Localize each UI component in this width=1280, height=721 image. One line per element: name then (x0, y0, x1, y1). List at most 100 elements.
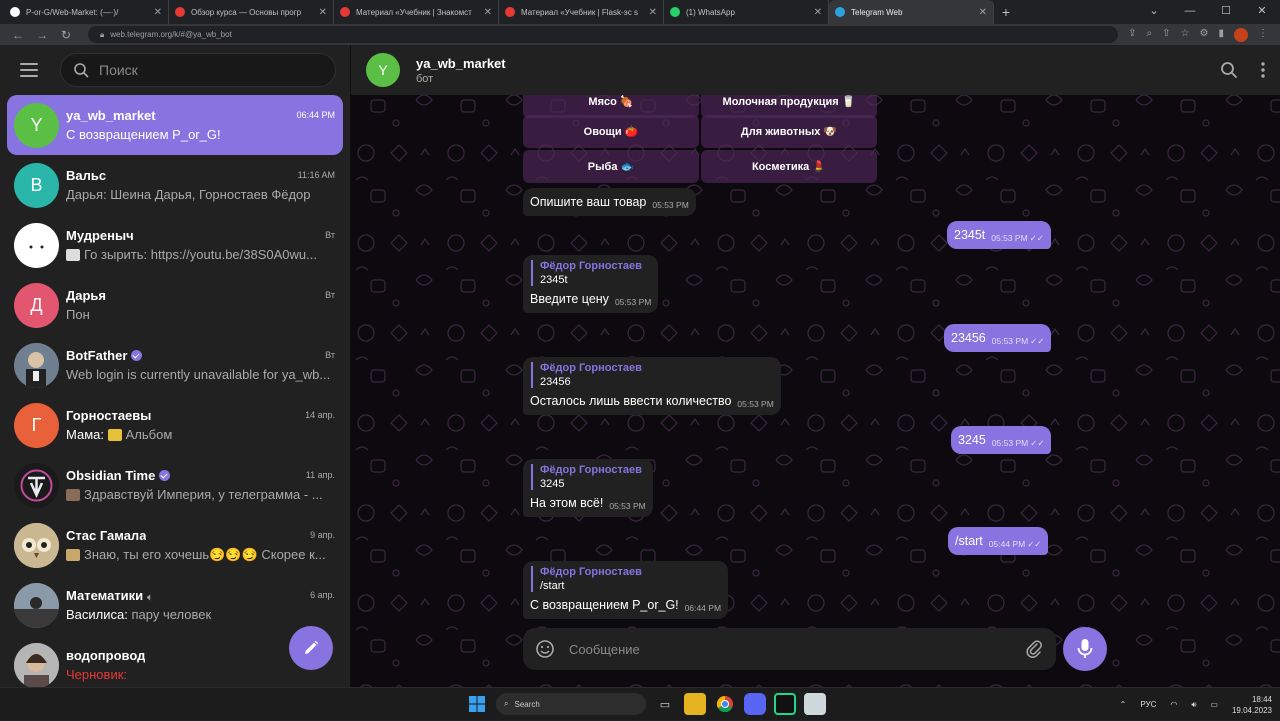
reply-quote[interactable]: Фёдор Горностаев 3245 (531, 464, 646, 490)
browser-tab[interactable]: (1) WhatsApp ✕ (664, 0, 829, 24)
chat-name: Дарья (66, 287, 107, 303)
chat-item-botfather[interactable]: BotFather Вт Web login is currently unava… (7, 335, 343, 395)
read-checks-icon: ✓✓ (1029, 232, 1044, 243)
reply-quote[interactable]: Фёдор Горностаев 2345t (531, 260, 651, 286)
browser-tab[interactable]: Материал «Учебник | Flask-эс s ✕ (499, 0, 664, 24)
chat-item-mudrenych[interactable]: Мудреныч Вт Го зырить: https://youtu.be/3… (7, 215, 343, 275)
avatar (14, 222, 59, 268)
chat-item-stas-gamala[interactable]: Стас Гамала 9 апр. Знаю, ты его хочешь😏😏😏… (7, 515, 343, 575)
back-button[interactable]: ← (6, 28, 30, 42)
reply-quote[interactable]: Фёдор Горностаев 23456 (531, 362, 774, 388)
chat-item-darya[interactable]: Д Дарья Вт Пон (7, 275, 343, 335)
sidepanel-icon[interactable]: ▮ (1218, 28, 1224, 42)
avatar (14, 522, 59, 568)
video-thumbnail-icon (66, 249, 80, 261)
chat-preview: Дарья: Шеина Дарья, Горностаев Фёдор (66, 187, 311, 202)
close-window-button[interactable]: ✕ (1244, 0, 1280, 24)
taskbar-search[interactable]: ⌕ Search (496, 693, 646, 715)
chat-name: Математики (66, 587, 144, 603)
reply-quote[interactable]: Фёдор Горностаев/start (531, 566, 721, 592)
chat-item-ya-wb-market[interactable]: Y ya_wb_market 06:44 PM С возвращением P_… (7, 95, 343, 155)
browser-tab[interactable]: Материал «Учебник | Знакомст ✕ (334, 0, 499, 24)
browser-toolbar: ⇪ ⌕ ⇧ ☆ ⚙ ▮ ⋮ (1128, 27, 1274, 42)
chevron-down-icon[interactable]: ⌄ (1136, 0, 1172, 24)
message-incoming: Фёдор Горностаев 3245 На этом всё! 05:53 P… (523, 459, 653, 517)
chat-time: 11:16 AM (297, 170, 335, 180)
close-icon[interactable]: ✕ (154, 7, 162, 18)
emoji-icon[interactable] (535, 639, 555, 659)
message-input[interactable] (569, 641, 1026, 657)
language-indicator[interactable]: РУС (1140, 700, 1156, 709)
windows-start-icon[interactable] (466, 693, 488, 715)
group-photo-icon (14, 582, 59, 628)
voice-record-button[interactable] (1063, 627, 1107, 671)
reload-button[interactable]: ↻ (54, 28, 78, 42)
profile-avatar[interactable] (1234, 27, 1248, 42)
keyboard-button-fish[interactable]: Рыба 🐟 (523, 150, 699, 183)
chrome-icon[interactable] (714, 693, 736, 715)
search-icon[interactable] (1220, 61, 1238, 79)
chat-time: Вт (325, 350, 335, 360)
obsidian-logo-icon (20, 469, 53, 501)
chat-header[interactable]: Y ya_wb_market бот (351, 45, 1280, 95)
message-outgoing: 23456 05:53 PM ✓✓ (944, 324, 1052, 352)
search-input[interactable] (99, 62, 299, 78)
volume-icon[interactable]: 🔊︎ (1191, 700, 1196, 710)
keyboard-button-vegetables[interactable]: Овощи 🍅 (523, 115, 699, 148)
avatar (14, 582, 59, 628)
new-tab-button[interactable]: + (994, 4, 1018, 20)
browser-tab-active[interactable]: Telegram Web ✕ (829, 0, 994, 24)
discord-icon[interactable] (744, 693, 766, 715)
chevron-up-icon[interactable]: ⌃ (1120, 700, 1127, 709)
chat-item-gornostaevy[interactable]: Г Горностаевы 14 апр. Мама: Альбом (7, 395, 343, 455)
chat-item-obsidian-time[interactable]: Obsidian Time 11 апр. Здравствуй Империя,… (7, 455, 343, 515)
reply-name: Фёдор Горностаев (540, 260, 642, 272)
pycharm-icon[interactable] (774, 693, 796, 715)
message-incoming: Фёдор Горностаев/start С возвращением P_… (523, 561, 729, 619)
browser-tab[interactable]: Обзор курса — Основы прогр ✕ (169, 0, 334, 24)
avatar (14, 462, 59, 508)
avatar[interactable]: Y (366, 53, 400, 87)
message-composer (523, 628, 1056, 670)
install-icon[interactable]: ⇪ (1128, 28, 1136, 42)
close-icon[interactable]: ✕ (319, 7, 327, 18)
chat-title: ya_wb_market (416, 55, 506, 71)
chat-item-matematiki[interactable]: Математики 🔈︎ 6 апр. Василиса: пару челове… (7, 575, 343, 635)
menu-dots-icon[interactable]: ⋮ (1258, 28, 1268, 42)
file-explorer-icon[interactable] (684, 693, 706, 715)
message-text: 2345t (954, 228, 986, 242)
maximize-button[interactable]: ☐ (1208, 0, 1244, 24)
search-box[interactable] (60, 53, 336, 87)
battery-icon[interactable]: ▭ (1210, 700, 1218, 709)
url-field[interactable]: 🔒︎ web.telegram.org/k/#@ya_wb_bot (88, 26, 1119, 43)
keyboard-button-pets[interactable]: Для животных 🐶 (701, 115, 877, 148)
menu-icon[interactable] (20, 63, 38, 77)
notepad-icon[interactable] (804, 693, 826, 715)
close-icon[interactable]: ✕ (484, 7, 492, 18)
new-message-button[interactable] (289, 626, 333, 670)
chat-item-vals[interactable]: В Вальс 11:16 AM Дарья: Шеина Дарья, Горн… (7, 155, 343, 215)
more-vertical-icon[interactable] (1260, 61, 1266, 79)
zoom-icon[interactable]: ⌕ (1147, 28, 1153, 42)
clock[interactable]: 18:44 19.04.2023 (1232, 694, 1272, 716)
muted-icon: 🔈︎ (147, 591, 153, 602)
browser-tab[interactable]: P-or-G/Web-Market: (—·)/✕ (4, 0, 169, 24)
chat-name: Стас Гамала (66, 527, 147, 543)
minimize-button[interactable]: — (1172, 0, 1208, 24)
task-view-icon[interactable]: ▭ (654, 693, 676, 715)
draft-label: Черновик: (66, 667, 128, 682)
share-icon[interactable]: ⇧ (1162, 28, 1170, 42)
avatar: В (14, 162, 59, 208)
wifi-icon[interactable]: ◠ (1170, 700, 1177, 709)
chat-preview: Го зырить: https://youtu.be/38S0A0wu... (84, 247, 317, 262)
star-icon[interactable]: ☆ (1181, 28, 1190, 42)
yandex-icon (340, 7, 350, 17)
keyboard-button-cosmetics[interactable]: Косметика 💄 (701, 150, 877, 183)
close-icon[interactable]: ✕ (649, 7, 657, 18)
face-icon (29, 245, 44, 248)
forward-button[interactable]: → (30, 28, 54, 42)
extensions-icon[interactable]: ⚙ (1200, 28, 1209, 42)
close-icon[interactable]: ✕ (979, 7, 987, 18)
attach-icon[interactable] (1026, 639, 1042, 659)
close-icon[interactable]: ✕ (814, 7, 822, 18)
